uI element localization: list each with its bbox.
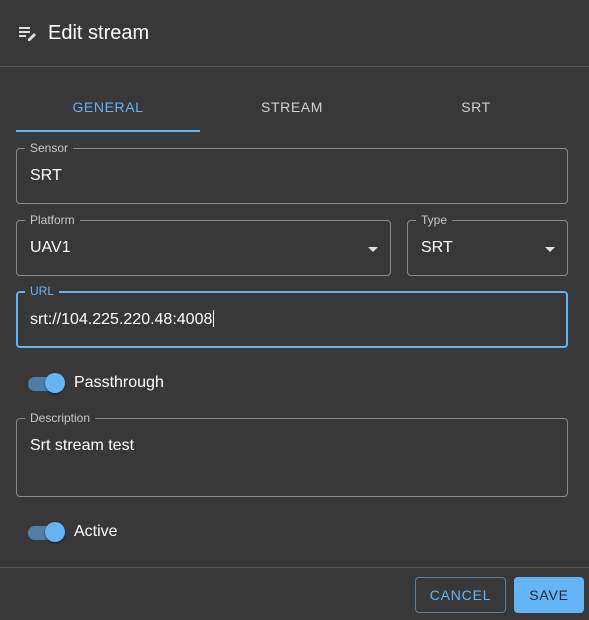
type-value: SRT (421, 239, 453, 256)
passthrough-label: Passthrough (74, 374, 164, 391)
switch-thumb (45, 373, 65, 393)
url-input[interactable]: srt://104.225.220.48:4008 (30, 310, 215, 329)
switch-thumb (45, 522, 65, 542)
url-field[interactable]: URL srt://104.225.220.48:4008 (16, 284, 568, 348)
description-label: Description (25, 411, 96, 425)
active-row: Active (28, 521, 118, 543)
dropdown-arrow-icon[interactable] (545, 247, 555, 252)
description-value: Srt stream test (30, 437, 135, 454)
tab-srt[interactable]: SRT (384, 86, 568, 132)
tab-general[interactable]: GENERAL (16, 86, 200, 132)
type-label: Type (416, 213, 453, 227)
active-tab-indicator (16, 130, 200, 132)
url-label: URL (25, 284, 60, 298)
text-cursor (213, 310, 215, 327)
passthrough-toggle[interactable] (28, 372, 66, 394)
cancel-button[interactable]: CANCEL (415, 577, 506, 613)
active-toggle[interactable] (28, 521, 66, 543)
dialog-header: Edit stream (0, 0, 589, 67)
passthrough-row: Passthrough (28, 372, 164, 394)
url-value: srt://104.225.220.48:4008 (30, 311, 213, 328)
platform-value: UAV1 (30, 239, 71, 256)
description-field[interactable]: Description Srt stream test (16, 411, 568, 497)
dropdown-arrow-icon[interactable] (368, 247, 378, 252)
sensor-field[interactable]: Sensor SRT (16, 141, 568, 204)
dialog-actions: CANCEL SAVE (0, 567, 589, 620)
tab-bar: GENERAL STREAM SRT (16, 86, 568, 132)
sensor-label: Sensor (25, 141, 74, 155)
tab-stream[interactable]: STREAM (200, 86, 384, 132)
save-button[interactable]: SAVE (514, 577, 584, 613)
platform-select[interactable]: Platform UAV1 (16, 213, 391, 276)
sensor-value: SRT (30, 167, 62, 184)
dialog-title: Edit stream (48, 21, 150, 44)
type-select[interactable]: Type SRT (407, 213, 568, 276)
active-label: Active (74, 523, 118, 540)
platform-label: Platform (25, 213, 80, 227)
edit-note-icon (19, 27, 36, 41)
